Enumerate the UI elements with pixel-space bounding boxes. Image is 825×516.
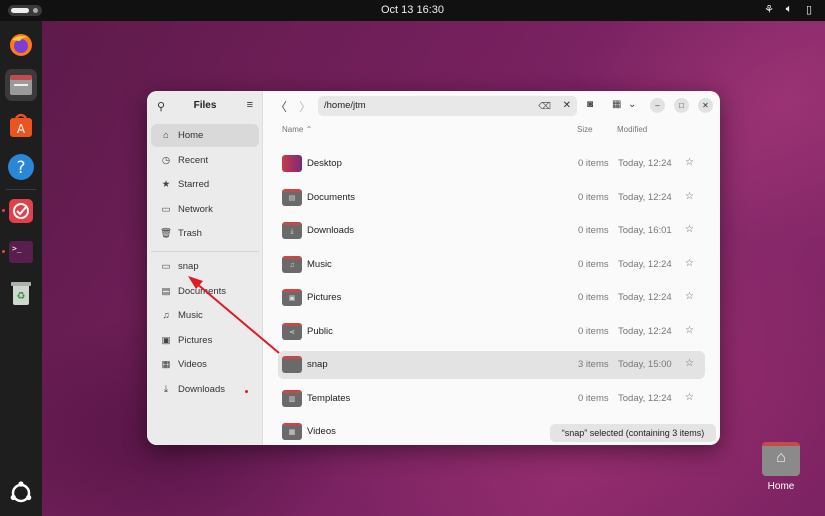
annotation-arrow [188, 276, 280, 354]
